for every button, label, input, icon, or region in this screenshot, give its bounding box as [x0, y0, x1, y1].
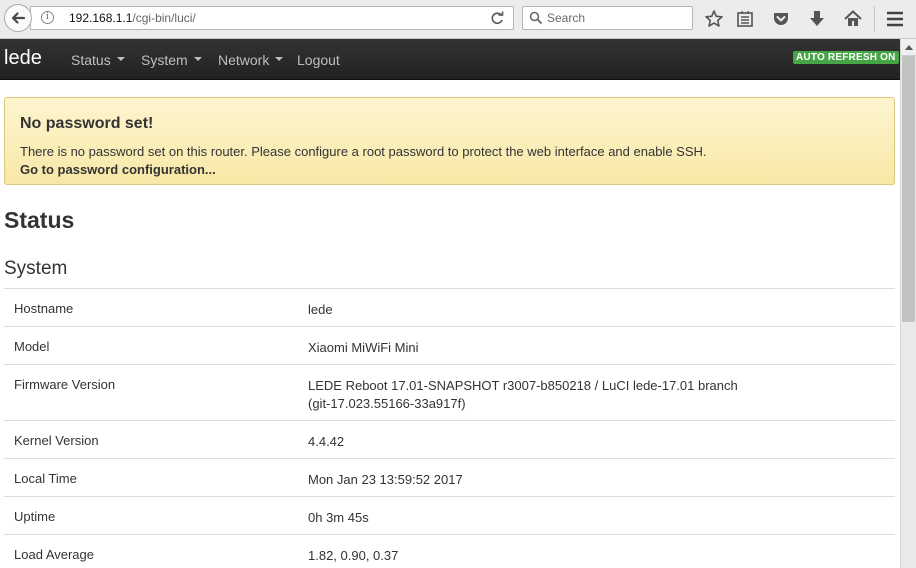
table-row: Model Xiaomi MiWiFi Mini: [4, 326, 895, 364]
row-value: 0h 3m 45s: [308, 510, 369, 525]
alert-title: No password set!: [20, 115, 154, 132]
caret-down-icon: [275, 57, 284, 62]
row-value: 4.4.42: [308, 434, 345, 449]
menu-status-label: Status: [71, 52, 111, 68]
home-icon[interactable]: [842, 8, 864, 30]
row-value: Xiaomi MiWiFi Mini: [308, 340, 419, 355]
row-label: Hostname: [14, 301, 74, 316]
row-label: Load Average: [14, 547, 94, 562]
menu-hamburger-icon[interactable]: [884, 8, 906, 30]
download-icon[interactable]: [806, 8, 828, 30]
password-config-link[interactable]: Go to password configuration...: [20, 162, 216, 177]
menu-logout-label: Logout: [297, 52, 340, 68]
scrollbar-thumb[interactable]: [902, 56, 915, 322]
search-bar[interactable]: [522, 6, 693, 30]
menu-system[interactable]: System: [141, 52, 202, 68]
caret-down-icon: [116, 57, 125, 62]
page-viewport: lede Status System Network Logout AUTO R…: [0, 39, 900, 568]
row-value: Mon Jan 23 13:59:52 2017: [308, 472, 463, 487]
table-row: Kernel Version 4.4.42: [4, 420, 895, 458]
auto-refresh-badge[interactable]: AUTO REFRESH ON: [793, 51, 899, 64]
menu-logout[interactable]: Logout: [297, 52, 340, 68]
url-host: 192.168.1.1: [69, 11, 133, 25]
search-icon: [529, 11, 543, 25]
row-value: lede: [308, 302, 333, 317]
search-input[interactable]: [547, 10, 687, 26]
reading-list-icon[interactable]: [734, 8, 756, 30]
table-row: Hostname lede: [4, 288, 895, 326]
toolbar-separator: [874, 6, 875, 32]
scroll-up-button[interactable]: [901, 39, 916, 56]
firmware-line-1: LEDE Reboot 17.01-SNAPSHOT r3007-b850218…: [308, 378, 738, 393]
table-row: Local Time Mon Jan 23 13:59:52 2017: [4, 458, 895, 496]
row-label: Local Time: [14, 471, 77, 486]
row-value: LEDE Reboot 17.01-SNAPSHOT r3007-b850218…: [308, 377, 828, 413]
password-alert: No password set! There is no password se…: [4, 97, 895, 185]
system-table: Hostname lede Model Xiaomi MiWiFi Mini F…: [4, 288, 895, 568]
table-row: Uptime 0h 3m 45s: [4, 496, 895, 534]
url-path: /cgi-bin/luci/: [132, 11, 196, 25]
row-label: Model: [14, 339, 50, 354]
pocket-icon[interactable]: [770, 8, 792, 30]
caret-down-icon: [193, 57, 202, 62]
row-label: Uptime: [14, 509, 56, 524]
bookmark-star-icon[interactable]: [703, 8, 725, 30]
page-title: Status: [4, 207, 75, 233]
menu-status[interactable]: Status: [71, 52, 125, 68]
section-title: System: [4, 258, 68, 279]
firmware-line-2: (git-17.023.55166-33a917f): [308, 396, 466, 411]
browser-toolbar: i 192.168.1.1/cgi-bin/luci/: [0, 0, 916, 39]
menu-network-label: Network: [218, 52, 270, 68]
table-row: Load Average 1.82, 0.90, 0.37: [4, 534, 895, 568]
row-value: 1.82, 0.90, 0.37: [308, 548, 399, 563]
row-label: Firmware Version: [14, 377, 116, 392]
menu-network[interactable]: Network: [218, 52, 284, 68]
site-info-icon[interactable]: i: [41, 11, 54, 24]
row-label: Kernel Version: [14, 433, 99, 448]
scroll-up-arrow-icon: [904, 45, 913, 50]
url-text[interactable]: 192.168.1.1/cgi-bin/luci/: [69, 11, 196, 25]
luci-navbar: lede Status System Network Logout AUTO R…: [0, 39, 900, 80]
table-row: Firmware Version LEDE Reboot 17.01-SNAPS…: [4, 364, 895, 420]
reload-icon[interactable]: [489, 10, 505, 26]
vertical-scrollbar[interactable]: [900, 39, 916, 568]
back-arrow-icon: [11, 12, 26, 24]
back-button[interactable]: [4, 4, 32, 32]
menu-system-label: System: [141, 52, 188, 68]
brand-logo[interactable]: lede: [4, 47, 42, 70]
url-bar[interactable]: i 192.168.1.1/cgi-bin/luci/: [30, 6, 514, 30]
alert-message: There is no password set on this router.…: [20, 144, 707, 159]
